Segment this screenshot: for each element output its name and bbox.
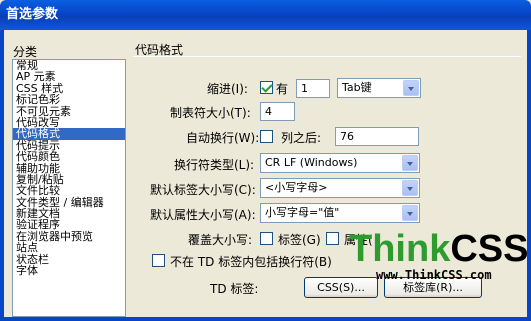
section-divider	[133, 56, 521, 57]
override-case-label: 覆盖大小写:	[188, 233, 253, 247]
window-frame-right	[527, 30, 531, 321]
attr-case-value: 小写字母="值"	[265, 206, 340, 219]
window-title: 首选参数	[6, 7, 59, 22]
thinkcss-watermark: ThinkCSS	[349, 228, 528, 271]
category-item[interactable]: 字体	[13, 265, 125, 277]
indent-label: 缩进(I):	[207, 82, 248, 96]
dropdown-arrow-icon[interactable]	[403, 80, 419, 96]
category-list[interactable]: 常规 AP 元素 CSS 样式 标记色彩 不可见元素 代码改写 代码格式 代码提示 代码颜色 辅助…	[12, 59, 126, 317]
td-linebreak-label: 不在 TD 标签内包括换行符(B)	[170, 255, 332, 269]
indent-unit-value: Tab键	[342, 81, 372, 94]
line-break-value: CR LF (Windows)	[265, 156, 358, 169]
td-linebreak-checkbox[interactable]	[152, 254, 165, 267]
indent-checkbox-label: 有	[276, 82, 289, 96]
tab-size-input[interactable]: 4	[260, 102, 295, 121]
wrap-checkbox-label: 列之后:	[281, 131, 322, 145]
attr-case-label: 默认属性大小写(A):	[150, 208, 256, 222]
title-bar: 首选参数	[0, 0, 531, 30]
indent-unit-select[interactable]: Tab键	[337, 78, 421, 98]
watermark-url: www.ThinkCSS.com	[376, 268, 492, 282]
indent-size-input[interactable]: 1	[296, 79, 330, 98]
category-item[interactable]: 站点	[13, 242, 125, 254]
attr-case-select[interactable]: 小写字母="值"	[260, 203, 420, 223]
category-header: 分类	[13, 45, 38, 59]
line-break-label: 换行符类型(L):	[174, 158, 255, 172]
category-item[interactable]: 文件比较	[13, 185, 125, 197]
wrap-column-input[interactable]: 76	[335, 127, 419, 146]
line-break-select[interactable]: CR LF (Windows)	[260, 153, 420, 173]
window-frame-bottom	[0, 317, 531, 321]
dropdown-arrow-icon[interactable]	[402, 180, 418, 196]
dropdown-arrow-icon[interactable]	[402, 205, 418, 221]
category-item[interactable]: 标记色彩	[13, 94, 125, 106]
tag-case-select[interactable]: <小写字母>	[260, 178, 420, 198]
window-frame-left	[0, 30, 4, 321]
override-tag-checkbox[interactable]	[260, 232, 273, 245]
watermark-think: Think	[349, 228, 451, 270]
category-item[interactable]: 代码颜色	[13, 151, 125, 163]
wrap-label: 自动换行(W):	[186, 131, 260, 145]
indent-checkbox[interactable]	[260, 81, 273, 94]
watermark-css: CSS	[450, 228, 529, 270]
wrap-checkbox[interactable]	[260, 130, 273, 143]
tag-case-value: <小写字母>	[265, 181, 328, 194]
override-tag-label: 标签(G)	[278, 233, 321, 247]
tab-size-label: 制表符大小(T):	[170, 106, 251, 120]
dropdown-arrow-icon[interactable]	[402, 155, 418, 171]
css-button[interactable]: CSS(S)...	[304, 277, 378, 298]
td-tag-label: TD 标签:	[210, 282, 259, 296]
tag-case-label: 默认标签大小写(C):	[150, 183, 256, 197]
override-attr-checkbox[interactable]	[326, 232, 339, 245]
